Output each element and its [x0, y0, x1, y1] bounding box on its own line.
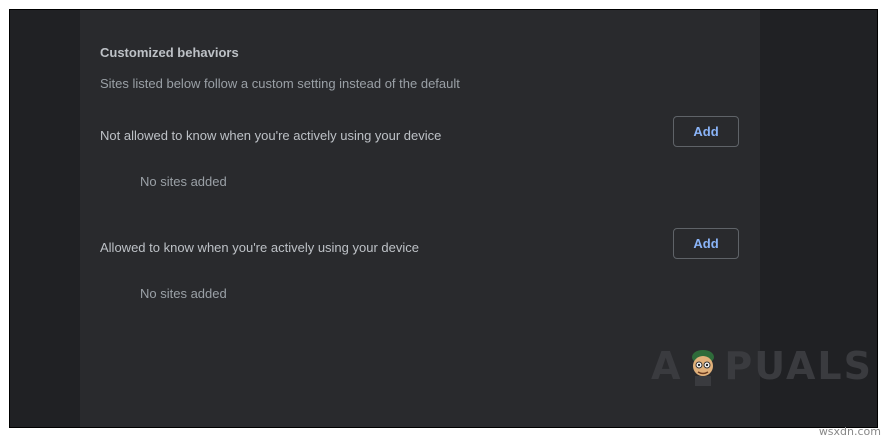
section-title: Customized behaviors — [100, 45, 239, 60]
watermark-logo-text-left: A — [651, 344, 683, 388]
settings-window: Customized behaviors Sites listed below … — [9, 9, 878, 428]
allowed-add-button[interactable]: Add — [673, 228, 739, 259]
mascot-icon — [692, 350, 715, 386]
section-description: Sites listed below follow a custom setti… — [100, 76, 460, 91]
not-allowed-label: Not allowed to know when you're actively… — [100, 128, 442, 143]
not-allowed-empty-text: No sites added — [140, 174, 227, 189]
site-watermark: wsxdn.com — [818, 425, 881, 438]
appuals-watermark-logo: A PUALS — [651, 344, 873, 388]
not-allowed-add-button[interactable]: Add — [673, 116, 739, 147]
watermark-logo-text-right: PUALS — [724, 344, 873, 388]
allowed-empty-text: No sites added — [140, 286, 227, 301]
allowed-label: Allowed to know when you're actively usi… — [100, 240, 419, 255]
